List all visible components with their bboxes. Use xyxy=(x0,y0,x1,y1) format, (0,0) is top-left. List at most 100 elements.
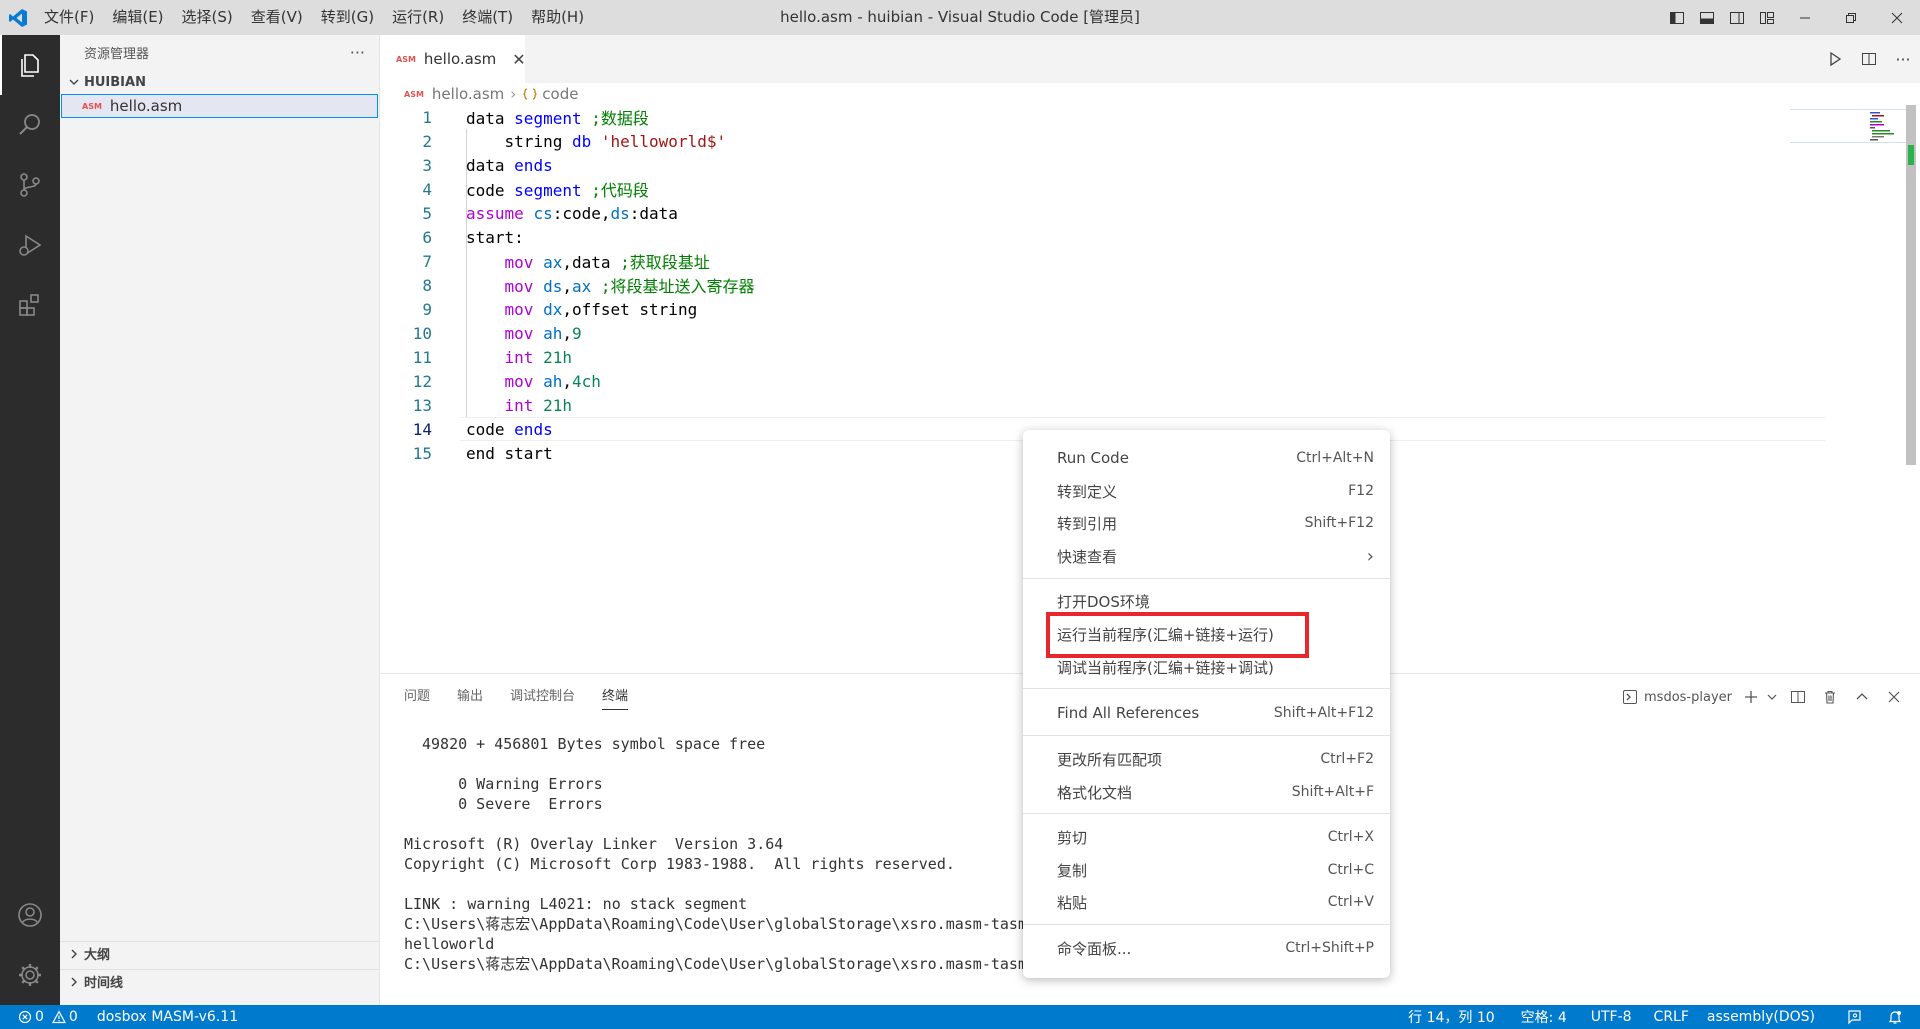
code-text: string db 'helloworld$' xyxy=(466,131,727,151)
menu-item-shortcut: Ctrl+V xyxy=(1327,894,1374,910)
tab-problems[interactable]: 问题 xyxy=(404,682,430,712)
code-text: int 21h xyxy=(504,347,572,367)
menu-item-copy[interactable]: 复制 Ctrl+C xyxy=(1023,855,1390,885)
menu-item-find-all-references[interactable]: Find All References Shift+Alt+F12 xyxy=(1023,698,1390,728)
maximize-panel-icon[interactable] xyxy=(1846,682,1878,712)
menu-item-peek[interactable]: 快速查看 › xyxy=(1023,541,1390,571)
breadcrumb-symbol[interactable]: code xyxy=(542,85,578,103)
menu-item-run-code[interactable]: Run Code Ctrl+Alt+N xyxy=(1023,443,1390,473)
menu-item-cut[interactable]: 剪切 Ctrl+X xyxy=(1023,822,1390,852)
annotation-highlight-box xyxy=(1046,612,1309,658)
line-number: 5 xyxy=(422,203,432,223)
new-terminal-icon[interactable] xyxy=(1740,682,1762,712)
line-number: 15 xyxy=(412,443,432,463)
search-icon[interactable] xyxy=(0,95,60,155)
split-terminal-icon[interactable] xyxy=(1782,682,1814,712)
close-panel-icon[interactable] xyxy=(1878,682,1910,712)
split-editor-icon[interactable] xyxy=(1852,42,1886,76)
encoding-status[interactable]: UTF-8 xyxy=(1582,1005,1641,1029)
problems-status[interactable]: 0 0 xyxy=(0,1005,87,1029)
menu-terminal[interactable]: 终端(T) xyxy=(453,0,522,35)
code-line: 10 mov ah,9 xyxy=(380,321,1780,345)
menu-item-format-document[interactable]: 格式化文档 Shift+Alt+F xyxy=(1023,777,1390,807)
menu-item-label: 命令面板... xyxy=(1057,939,1132,958)
menu-help[interactable]: 帮助(H) xyxy=(522,0,593,35)
editor-scrollbar[interactable] xyxy=(1904,105,1918,673)
status-bar: 0 0 dosbox MASM-v6.11 行 14，列 10 空格: 4 UT… xyxy=(0,1005,1920,1029)
menu-item-shortcut: Shift+F12 xyxy=(1304,515,1374,531)
code-line: 3 data ends xyxy=(380,153,1780,177)
file-label: hello.asm xyxy=(109,97,183,115)
close-window-icon[interactable] xyxy=(1874,0,1920,35)
restore-icon[interactable] xyxy=(1828,0,1874,35)
toggle-secondary-sidebar-icon[interactable] xyxy=(1722,0,1752,35)
close-tab-icon[interactable]: ✕ xyxy=(512,50,525,69)
chevron-down-icon[interactable] xyxy=(1762,682,1782,712)
menu-item-go-to-references[interactable]: 转到引用 Shift+F12 xyxy=(1023,508,1390,538)
code-line: 5 assume cs:code,ds:data xyxy=(380,201,1780,225)
tab-terminal[interactable]: 终端 xyxy=(602,682,629,712)
settings-gear-icon[interactable] xyxy=(0,945,60,1005)
customize-layout-icon[interactable] xyxy=(1752,0,1782,35)
code-text: data segment ;数据段 xyxy=(466,109,649,128)
line-number: 7 xyxy=(422,251,432,271)
menu-item-shortcut: Shift+Alt+F12 xyxy=(1273,705,1374,721)
eol-status[interactable]: CRLF xyxy=(1645,1005,1698,1029)
menu-selection[interactable]: 选择(S) xyxy=(173,0,242,35)
menu-item-change-all-occurrences[interactable]: 更改所有匹配项 Ctrl+F2 xyxy=(1023,744,1390,774)
menu-separator xyxy=(1023,578,1390,579)
toggle-panel-icon[interactable] xyxy=(1692,0,1722,35)
menu-run[interactable]: 运行(R) xyxy=(383,0,453,35)
more-actions-icon[interactable]: ··· xyxy=(350,43,365,62)
menu-item-label: 转到定义 xyxy=(1057,482,1118,501)
code-text: code ends xyxy=(466,419,553,439)
menu-item-command-palette[interactable]: 命令面板... Ctrl+Shift+P xyxy=(1023,933,1390,963)
chevron-right-icon xyxy=(71,977,77,986)
menu-edit[interactable]: 编辑(E) xyxy=(103,0,172,35)
toggle-sidebar-icon[interactable] xyxy=(1662,0,1692,35)
error-count: 0 xyxy=(35,1009,44,1025)
explorer-icon[interactable] xyxy=(0,35,60,95)
menu-view[interactable]: 查看(V) xyxy=(242,0,312,35)
feedback-icon[interactable] xyxy=(1838,1005,1872,1029)
menu-item-label: 调试当前程序(汇编+链接+调试) xyxy=(1057,658,1274,677)
run-debug-icon[interactable] xyxy=(0,215,60,275)
code-text: assume cs:code,ds:data xyxy=(466,203,678,223)
accounts-icon[interactable] xyxy=(0,885,60,945)
trash-icon[interactable] xyxy=(1814,682,1846,712)
menu-item-go-to-definition[interactable]: 转到定义 F12 xyxy=(1023,476,1390,506)
tab-output[interactable]: 输出 xyxy=(457,682,483,712)
code-line: 1 data segment ;数据段 xyxy=(380,105,1780,129)
menu-item-shortcut: Ctrl+Shift+P xyxy=(1285,940,1374,956)
menu-file[interactable]: 文件(F) xyxy=(35,0,103,35)
tab-debug-console[interactable]: 调试控制台 xyxy=(510,682,575,712)
folder-huibian[interactable]: HUIBIAN xyxy=(60,70,379,94)
indentation-status[interactable]: 空格: 4 xyxy=(1512,1005,1576,1029)
file-hello-asm[interactable]: ASM hello.asm xyxy=(61,94,378,118)
minimize-icon[interactable] xyxy=(1782,0,1828,35)
menu-item-label: 更改所有匹配项 xyxy=(1057,750,1163,769)
language-mode-status[interactable]: assembly(DOS) xyxy=(1698,1005,1824,1029)
minimap[interactable] xyxy=(1790,109,1910,143)
menu-item-label: Find All References xyxy=(1057,704,1200,722)
run-file-icon[interactable] xyxy=(1818,42,1852,76)
terminal-selector[interactable]: msdos-player xyxy=(1622,689,1732,705)
menu-item-label: 快速查看 xyxy=(1057,547,1118,566)
dosbox-env-status[interactable]: dosbox MASM-v6.11 xyxy=(87,1005,247,1029)
extensions-icon[interactable] xyxy=(0,275,60,335)
title-bar: 文件(F) 编辑(E) 选择(S) 查看(V) 转到(G) 运行(R) 终端(T… xyxy=(0,0,1920,35)
timeline-section[interactable]: 时间线 xyxy=(60,969,379,993)
line-number: 13 xyxy=(412,395,432,415)
more-actions-icon[interactable]: ··· xyxy=(1886,42,1920,76)
menu-go[interactable]: 转到(G) xyxy=(312,0,383,35)
terminal-icon xyxy=(1623,690,1638,704)
notifications-bell-icon[interactable] xyxy=(1878,1005,1912,1029)
cursor-position-status[interactable]: 行 14，列 10 xyxy=(1399,1005,1504,1029)
source-control-icon[interactable] xyxy=(0,155,60,215)
outline-section[interactable]: 大纲 xyxy=(60,941,379,965)
breadcrumb-file[interactable]: hello.asm xyxy=(432,85,504,103)
tab-hello-asm[interactable]: ASM hello.asm ✕ xyxy=(380,35,526,83)
vscode-logo-icon[interactable] xyxy=(0,0,35,35)
menu-item-paste[interactable]: 粘贴 Ctrl+V xyxy=(1023,887,1390,917)
line-number: 11 xyxy=(412,347,432,367)
